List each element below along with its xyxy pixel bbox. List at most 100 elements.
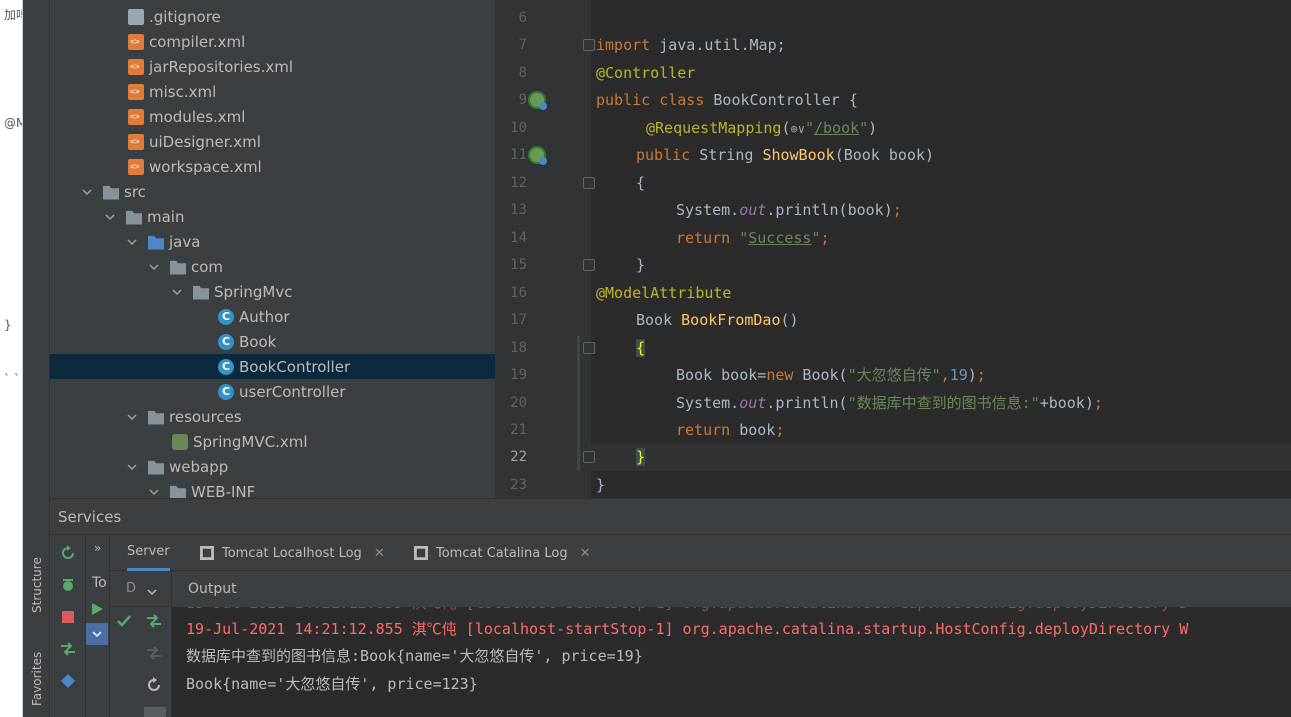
line-number: 18 bbox=[510, 340, 527, 356]
close-icon[interactable]: ✕ bbox=[580, 546, 591, 561]
deploy-icon[interactable] bbox=[58, 639, 78, 659]
deployment-dropdown[interactable]: D bbox=[110, 571, 172, 607]
line-number: 23 bbox=[510, 477, 527, 493]
tab-tomcat-localhost-log[interactable]: Tomcat Localhost Log ✕ bbox=[200, 535, 385, 571]
log-icon bbox=[200, 546, 214, 560]
tree-item[interactable]: misc.xml bbox=[50, 79, 495, 104]
line-number: 8 bbox=[518, 65, 527, 81]
stop-icon[interactable] bbox=[58, 607, 78, 627]
url-globe-icon[interactable]: ⊕∨ bbox=[791, 122, 805, 136]
xml-file-icon bbox=[128, 58, 144, 75]
check-icon[interactable] bbox=[114, 611, 134, 631]
refresh-icon[interactable] bbox=[58, 543, 78, 563]
tree-item[interactable]: resources bbox=[50, 404, 495, 429]
line-number: 21 bbox=[510, 422, 527, 438]
annotation: @ModelAttribute bbox=[596, 284, 732, 302]
code-editor[interactable]: 6 7 8 9 10 11 12 13 14 15 16 17 18 19 20… bbox=[495, 0, 1291, 498]
collapse-chevron-icon[interactable]: » bbox=[94, 541, 101, 555]
tree-item[interactable]: .gitignore bbox=[50, 4, 495, 29]
line-number: 6 bbox=[518, 10, 527, 26]
tree-item-label: src bbox=[124, 182, 146, 201]
tree-item-label: .gitignore bbox=[149, 7, 221, 26]
fold-marker-icon[interactable] bbox=[583, 342, 595, 354]
keyword: public class bbox=[596, 91, 705, 109]
console-output[interactable]: 19-Jul-2021 14:21:12.855 淇℃伅 [localhost-… bbox=[172, 607, 1291, 717]
chevron-down-icon[interactable] bbox=[126, 411, 138, 423]
spring-bean-gutter-icon[interactable] bbox=[528, 146, 547, 165]
edge-text: 加吗 bbox=[4, 8, 22, 22]
folder-icon bbox=[170, 485, 186, 498]
undeploy-icon[interactable] bbox=[144, 643, 164, 663]
semicolon: ; bbox=[1093, 394, 1103, 412]
tree-item[interactable]: WEB-INF bbox=[50, 479, 495, 498]
tree-item[interactable]: compiler.xml bbox=[50, 29, 495, 54]
code-line: { bbox=[636, 335, 646, 362]
fold-marker-icon[interactable] bbox=[583, 39, 595, 51]
tree-item[interactable]: modules.xml bbox=[50, 104, 495, 129]
tree-item[interactable]: src bbox=[50, 179, 495, 204]
more-icon[interactable] bbox=[144, 707, 166, 717]
tree-item[interactable]: SpringMVC.xml bbox=[50, 429, 495, 454]
chevron-down-icon[interactable] bbox=[148, 486, 160, 498]
expand-down-icon[interactable] bbox=[86, 623, 108, 645]
tab-tomcat-catalina-log[interactable]: Tomcat Catalina Log ✕ bbox=[414, 535, 591, 571]
code-line: } bbox=[636, 252, 645, 279]
string: "数据库中查到的图书信息:" bbox=[847, 394, 1040, 412]
chevron-down-icon[interactable] bbox=[148, 261, 160, 273]
services-panel: Services » To Server Tomcat Localhost Lo… bbox=[50, 498, 1291, 717]
package-icon bbox=[170, 260, 186, 275]
view-name-link[interactable]: Success bbox=[748, 229, 811, 247]
tree-item-label: SpringMVC.xml bbox=[193, 432, 308, 451]
annotation: @Controller bbox=[596, 64, 696, 82]
code-text: String bbox=[690, 146, 763, 164]
code-line-current: } bbox=[636, 444, 646, 471]
chevron-down-icon[interactable] bbox=[126, 461, 138, 473]
group-icon[interactable] bbox=[58, 671, 78, 691]
services-header: Services bbox=[50, 499, 1291, 535]
tree-item[interactable]: Author bbox=[50, 304, 495, 329]
close-icon[interactable]: ✕ bbox=[374, 546, 385, 561]
tree-item[interactable]: webapp bbox=[50, 454, 495, 479]
favorites-tab[interactable]: Favorites bbox=[25, 640, 49, 717]
line-number: 11 bbox=[510, 147, 527, 163]
tree-item[interactable]: uiDesigner.xml bbox=[50, 129, 495, 154]
tree-item-selected[interactable]: BookController bbox=[50, 354, 495, 379]
source-folder-icon bbox=[148, 235, 164, 250]
tree-item[interactable]: main bbox=[50, 204, 495, 229]
code-text: Book bbox=[636, 311, 682, 329]
tree-item[interactable]: jarRepositories.xml bbox=[50, 54, 495, 79]
tree-item[interactable]: com bbox=[50, 254, 495, 279]
debug-icon[interactable] bbox=[58, 575, 78, 595]
tree-item[interactable]: workspace.xml bbox=[50, 154, 495, 179]
fold-marker-icon[interactable] bbox=[583, 259, 595, 271]
tree-item[interactable]: SpringMvc bbox=[50, 279, 495, 304]
tree-item-label: compiler.xml bbox=[149, 32, 246, 51]
fold-marker-icon[interactable] bbox=[583, 177, 595, 189]
string: " bbox=[859, 119, 869, 137]
keyword: new bbox=[766, 366, 794, 384]
services-tree-item[interactable]: To bbox=[92, 575, 107, 591]
chevron-down-icon[interactable] bbox=[171, 286, 183, 298]
chevron-down-icon[interactable] bbox=[126, 236, 138, 248]
tree-item[interactable]: userController bbox=[50, 379, 495, 404]
xml-file-icon bbox=[128, 108, 144, 125]
spring-bean-gutter-icon[interactable] bbox=[528, 91, 547, 110]
line-number: 14 bbox=[510, 230, 527, 246]
redeploy-icon[interactable] bbox=[144, 675, 164, 695]
keyword: return bbox=[676, 229, 731, 247]
fold-marker-icon[interactable] bbox=[583, 451, 595, 463]
request-path-link[interactable]: /book bbox=[814, 119, 859, 137]
chevron-down-icon[interactable] bbox=[81, 186, 93, 198]
run-icon[interactable] bbox=[90, 601, 104, 620]
tab-label: Tomcat Catalina Log bbox=[436, 545, 568, 561]
xml-file-icon bbox=[128, 33, 144, 50]
semicolon: ; bbox=[892, 201, 902, 219]
tree-item[interactable]: Book bbox=[50, 329, 495, 354]
chevron-down-icon[interactable] bbox=[104, 211, 116, 223]
structure-tab[interactable]: Structure bbox=[25, 540, 49, 630]
keyword: public bbox=[636, 146, 691, 164]
output-toolbar: D bbox=[110, 571, 172, 717]
deploy-all-icon[interactable] bbox=[144, 611, 164, 631]
tree-item[interactable]: java bbox=[50, 229, 495, 254]
tab-server[interactable]: Server bbox=[127, 535, 170, 571]
